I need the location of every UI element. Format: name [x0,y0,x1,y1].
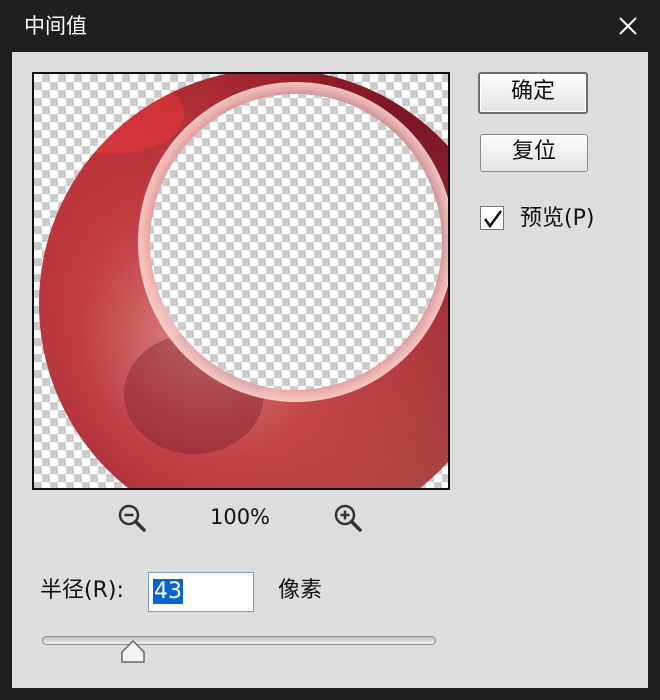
zoom-out-icon[interactable] [116,502,148,534]
dialog-window: 中间值 确定 复位 预览(P) 100% 半径(R): 43 像素 [0,0,660,700]
slider-thumb[interactable] [120,640,146,664]
preview-checkbox[interactable] [480,206,504,230]
preview-image [34,74,448,488]
dialog-body: 确定 复位 预览(P) 100% 半径(R): 43 像素 [12,52,648,688]
slider-track[interactable] [42,636,436,645]
window-title: 中间值 [24,14,87,38]
radius-slider[interactable] [42,632,436,666]
unit-label: 像素 [278,578,323,603]
checkmark-icon [483,210,503,229]
reset-button[interactable]: 复位 [480,134,588,172]
ok-button[interactable]: 确定 [478,72,588,114]
close-icon[interactable] [612,10,644,42]
radius-label: 半径(R): [40,578,124,603]
title-bar[interactable]: 中间值 [0,0,660,52]
preview-canvas[interactable] [32,72,450,490]
zoom-in-icon[interactable] [332,502,364,534]
radius-input[interactable]: 43 [148,572,254,612]
preview-label: 预览(P) [520,206,595,231]
zoom-level: 100% [209,505,271,529]
radius-value: 43 [153,579,183,604]
